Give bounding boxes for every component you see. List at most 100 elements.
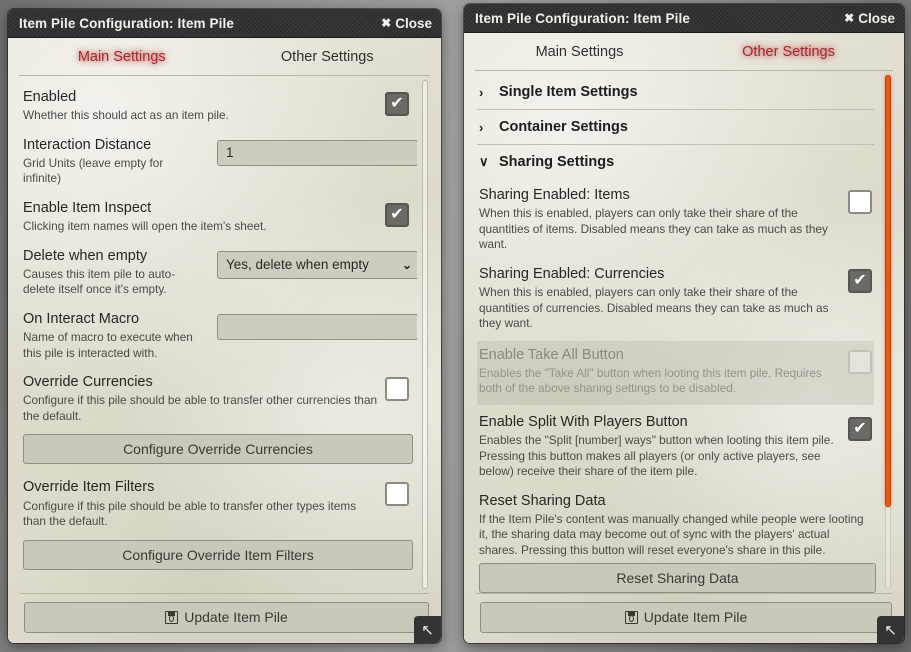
setting-title: Interaction Distance (23, 136, 152, 153)
window-titlebar[interactable]: Item Pile Configuration: Item Pile ✖ Clo… (8, 9, 441, 38)
setting-labels: Enable Item Inspect Clicking item names … (23, 199, 385, 235)
scroll-region: › Single Item Settings › Container Setti… (473, 71, 895, 593)
item-pile-configuration-window-main[interactable]: Item Pile Configuration: Item Pile ✖ Clo… (8, 9, 441, 643)
setting-control: Yes, delete when empty ⌄ (209, 247, 417, 279)
settings-list: Enabled Whether this should act as an it… (17, 76, 417, 593)
window-title: Item Pile Configuration: Item Pile (19, 15, 234, 31)
setting-title: Sharing Enabled: Currencies (479, 265, 665, 282)
close-button-label: Close (858, 10, 895, 26)
update-item-pile-label: Update Item Pile (184, 609, 288, 625)
setting-row-delete-when-empty: Delete when empty Causes this item pile … (21, 244, 417, 307)
setting-row-enable-item-inspect: Enable Item Inspect Clicking item names … (21, 196, 411, 244)
resize-icon: ↖ (421, 621, 434, 639)
enabled-checkbox[interactable] (385, 92, 409, 116)
delete-when-empty-select[interactable]: Yes, delete when empty ⌄ (217, 250, 417, 279)
update-item-pile-button[interactable]: Update Item Pile (480, 602, 892, 633)
resize-handle[interactable]: ↖ (414, 616, 441, 643)
setting-hint: Clicking item names will open the item's… (23, 219, 267, 234)
window-title: Item Pile Configuration: Item Pile (475, 10, 690, 26)
interaction-distance-input[interactable] (217, 139, 417, 166)
setting-title: Override Item Filters (23, 479, 155, 496)
setting-hint: Grid Units (leave empty for infinite) (23, 155, 164, 186)
section-sharing-settings[interactable]: ∨ Sharing Settings (477, 145, 874, 174)
section-title: Single Item Settings (499, 84, 638, 100)
setting-hint: If the Item Pile's content was manually … (479, 511, 864, 557)
setting-title: Delete when empty (23, 247, 148, 264)
scrollbar-thumb[interactable] (422, 80, 428, 589)
setting-control (848, 186, 872, 214)
setting-title: Enable Item Inspect (23, 199, 152, 216)
setting-hint: Whether this should act as an item pile. (23, 108, 229, 123)
setting-labels: Reset Sharing Data If the Item Pile's co… (479, 492, 872, 559)
reset-sharing-data-button[interactable]: Reset Sharing Data (479, 562, 876, 593)
setting-control (848, 413, 872, 441)
tab-main-settings[interactable]: Main Settings (475, 42, 684, 62)
setting-row-sharing-enabled-currencies: Sharing Enabled: Currencies When this is… (477, 262, 874, 341)
setting-title: Sharing Enabled: Items (479, 187, 630, 203)
setting-hint: Configure if this pile should be able to… (23, 393, 378, 423)
section-title: Container Settings (499, 119, 628, 135)
close-button[interactable]: ✖ Close (844, 11, 895, 26)
setting-hint: Name of macro to execute when this pile … (23, 330, 193, 360)
resize-handle[interactable]: ↖ (877, 616, 904, 643)
setting-row-override-item-filters: Override Item Filters Configure if this … (21, 475, 411, 538)
override-item-filters-checkbox[interactable] (385, 482, 409, 507)
setting-control (848, 265, 872, 293)
setting-row-enable-take-all-button: Enable Take All Button Enables the "Take… (477, 340, 874, 405)
setting-control (385, 373, 409, 402)
setting-control (385, 199, 409, 227)
setting-labels: Enable Split With Players Button Enables… (479, 413, 848, 480)
configure-override-item-filters-button[interactable]: Configure Override Item Filters (23, 539, 413, 570)
setting-row-enabled: Enabled Whether this should act as an it… (21, 85, 411, 133)
setting-control (209, 136, 417, 166)
setting-title: Override Currencies (23, 374, 153, 391)
enable-item-inspect-checkbox[interactable] (385, 202, 409, 227)
setting-labels: Enabled Whether this should act as an it… (23, 88, 385, 124)
setting-row-sharing-enabled-items: Sharing Enabled: Items When this is enab… (477, 183, 874, 262)
window-titlebar[interactable]: Item Pile Configuration: Item Pile ✖ Clo… (464, 4, 904, 33)
scrollbar-thumb[interactable] (885, 75, 891, 507)
close-button-label: Close (395, 15, 432, 31)
on-interact-macro-input[interactable] (217, 313, 417, 340)
tab-main-settings[interactable]: Main Settings (19, 47, 225, 67)
window-footer: Update Item Pile (476, 593, 892, 635)
chevron-right-icon: › (479, 84, 484, 100)
setting-title: On Interact Macro (23, 310, 140, 327)
setting-title: Enable Split With Players Button (479, 413, 688, 430)
setting-labels: On Interact Macro Name of macro to execu… (23, 310, 209, 361)
setting-title: Enable Take All Button (479, 346, 624, 363)
window-footer: Update Item Pile (20, 593, 429, 635)
close-button[interactable]: ✖ Close (381, 16, 432, 31)
setting-hint: Causes this item pile to auto-delete its… (23, 266, 176, 297)
setting-row-enable-split-with-players-button: Enable Split With Players Button Enables… (477, 405, 874, 489)
sharing-enabled-items-checkbox[interactable] (848, 190, 872, 214)
window-body: Main Settings Other Settings Enabled Whe… (8, 38, 441, 643)
setting-hint: Enables the "Take All" button when looti… (479, 365, 822, 396)
scroll-region: Enabled Whether this should act as an it… (17, 76, 432, 593)
tab-other-settings[interactable]: Other Settings (225, 47, 431, 67)
setting-labels: Override Item Filters Configure if this … (23, 478, 385, 529)
setting-labels: Delete when empty Causes this item pile … (23, 247, 209, 298)
vertical-scrollbar[interactable] (419, 80, 431, 589)
chevron-down-icon: ⌄ (401, 257, 412, 272)
override-currencies-checkbox[interactable] (385, 377, 409, 402)
settings-list: › Single Item Settings › Container Setti… (473, 71, 880, 593)
section-single-item-settings[interactable]: › Single Item Settings (477, 80, 874, 110)
enable-split-with-players-button-checkbox[interactable] (848, 416, 872, 441)
configure-override-currencies-button[interactable]: Configure Override Currencies (23, 434, 413, 465)
setting-labels: Enable Take All Button Enables the "Take… (479, 346, 848, 397)
chevron-right-icon: › (479, 119, 484, 135)
section-title: Sharing Settings (499, 154, 615, 170)
save-icon (165, 611, 179, 624)
window-body: Main Settings Other Settings › Single It… (464, 33, 904, 643)
vertical-scrollbar[interactable] (882, 75, 894, 589)
save-icon (624, 611, 638, 624)
update-item-pile-button[interactable]: Update Item Pile (24, 602, 429, 633)
setting-control (848, 346, 872, 374)
item-pile-configuration-window-other[interactable]: Item Pile Configuration: Item Pile ✖ Clo… (464, 4, 904, 643)
sharing-enabled-currencies-checkbox[interactable] (848, 268, 872, 293)
setting-hint: When this is enabled, players can only t… (479, 206, 828, 252)
setting-hint: When this is enabled, players can only t… (479, 284, 829, 331)
tab-other-settings[interactable]: Other Settings (684, 42, 893, 62)
section-container-settings[interactable]: › Container Settings (477, 110, 874, 145)
